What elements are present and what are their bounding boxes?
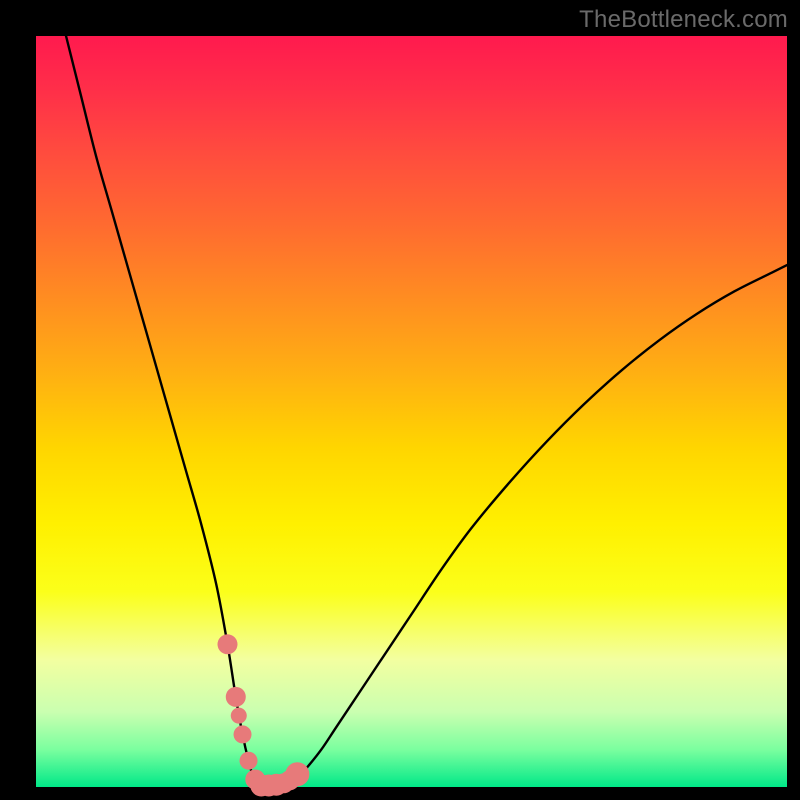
marker-dot xyxy=(234,725,252,743)
curve-svg xyxy=(36,36,787,787)
chart-stage: TheBottleneck.com xyxy=(0,0,800,800)
marker-dot xyxy=(240,752,258,770)
marker-dot xyxy=(226,687,246,707)
bottleneck-curve xyxy=(66,36,787,786)
marker-group xyxy=(218,634,310,796)
marker-dot xyxy=(218,634,238,654)
marker-dot xyxy=(231,708,247,724)
watermark-text: TheBottleneck.com xyxy=(579,6,788,34)
marker-dot xyxy=(285,762,309,786)
plot-area xyxy=(36,36,787,787)
